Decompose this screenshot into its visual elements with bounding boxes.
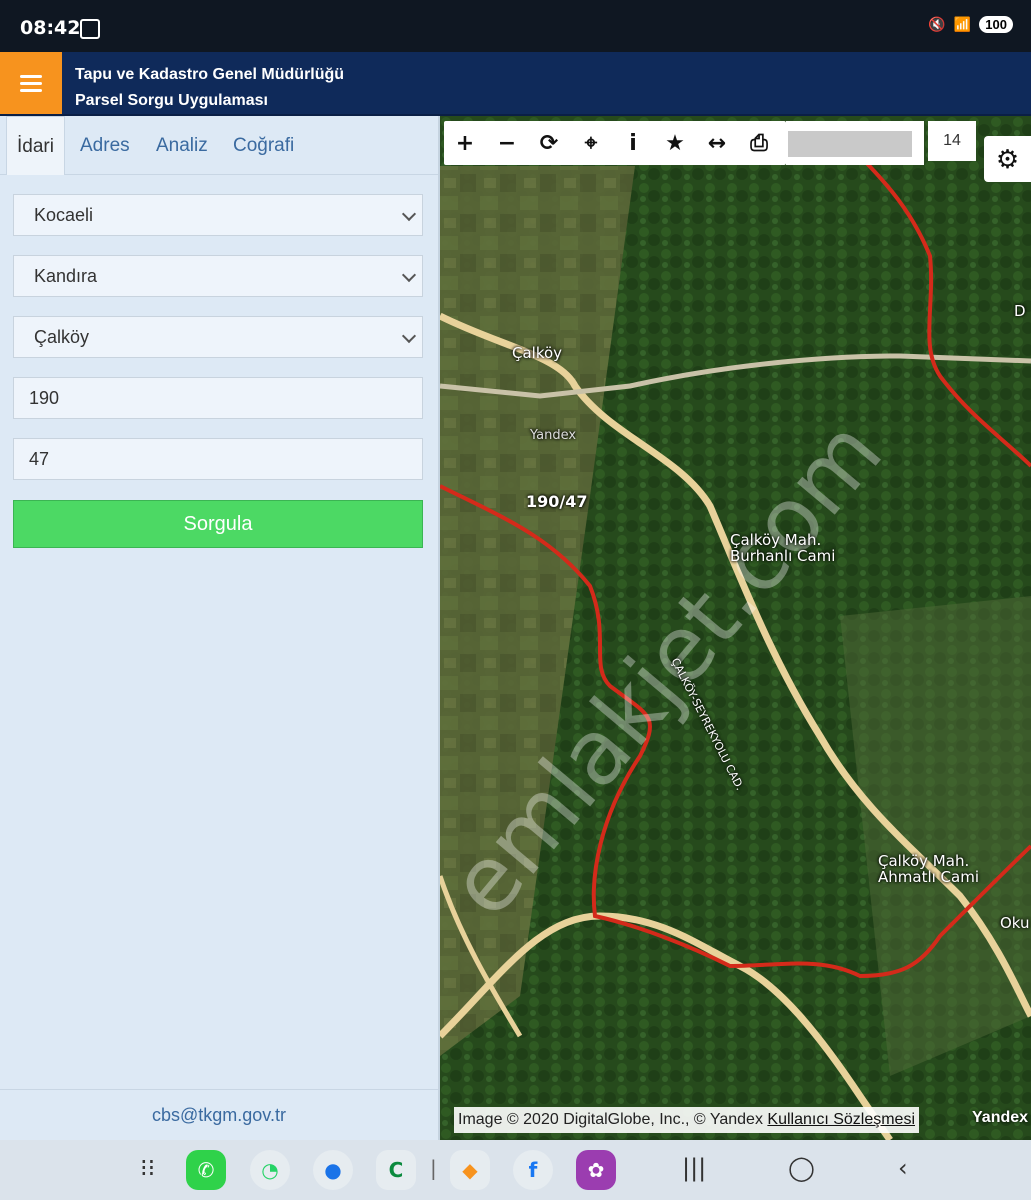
block-field[interactable] [13, 377, 423, 419]
whatsapp-icon[interactable]: ◔ [250, 1150, 290, 1190]
map-label-burhanli-mosque: Çalköy Mah. Burhanlı Cami [730, 532, 835, 564]
blurred-region [788, 131, 912, 157]
map-label-ahmatli-mosque: Çalköy Mah. Ahmatlı Cami [878, 853, 979, 885]
tab-cografi[interactable]: Coğrafi [233, 116, 294, 174]
app-title-line2: Parsel Sorgu Uygulaması [75, 92, 268, 109]
province-select[interactable]: Kocaeli [13, 194, 423, 236]
sahibinden-icon[interactable]: ◆ [450, 1150, 490, 1190]
hamburger-menu-button[interactable] [0, 52, 62, 114]
cleaner-icon[interactable]: C [376, 1150, 416, 1190]
map-toolbar: + − ⟳ ⌖ i ★ ↔ ⎙ [444, 121, 786, 165]
facebook-icon[interactable]: f [513, 1150, 553, 1190]
status-time: 08:42 [20, 17, 81, 39]
zoom-level: 14 [928, 121, 976, 161]
android-navbar: ⁝⁝ ✆ ◔ ● C | ◆ f ✿ ||| ◯ ‹ [0, 1140, 1031, 1200]
chevron-down-icon [401, 328, 417, 344]
wifi-icon: 📶 [953, 16, 972, 32]
app-title-line1: Tapu ve Kadastro Genel Müdürlüğü [75, 66, 345, 83]
neighborhood-value: Çalköy [34, 327, 90, 347]
measure-button[interactable]: ↔ [696, 121, 738, 165]
status-icons: 🔇 📶 100 [928, 16, 1013, 33]
district-value: Kandıra [34, 266, 98, 286]
battery-icon: 100 [979, 16, 1013, 33]
map-label-edge-top: D [1014, 302, 1026, 320]
terms-link[interactable]: Kullanıcı Sözleşmesi [767, 1111, 915, 1128]
menu-line-icon [20, 88, 42, 92]
mosque-label-line: Burhanlı Cami [730, 547, 836, 565]
home-icon[interactable]: ◯ [788, 1154, 815, 1182]
menu-line-icon [20, 74, 42, 78]
messages-icon[interactable]: ● [313, 1150, 353, 1190]
block-input[interactable] [14, 378, 422, 418]
chevron-down-icon [401, 267, 417, 283]
map-attribution: Image © 2020 DigitalGlobe, Inc., © Yande… [454, 1107, 920, 1133]
province-value: Kocaeli [34, 205, 94, 225]
divider-icon: | [430, 1156, 437, 1180]
info-button[interactable]: i [612, 121, 654, 165]
recents-icon[interactable]: ||| [682, 1154, 706, 1182]
query-button[interactable]: Sorgula [13, 500, 423, 548]
flower-app-icon[interactable]: ✿ [576, 1150, 616, 1190]
menu-line-icon [20, 81, 42, 85]
zoom-in-button[interactable]: + [444, 121, 486, 165]
app-drawer-icon[interactable]: ⁝⁝ [140, 1154, 155, 1182]
query-panel: İdari Adres Analiz Coğrafi Kocaeli Kandı… [0, 116, 440, 1140]
tab-adres[interactable]: Adres [80, 116, 130, 174]
mute-icon: 🔇 [928, 16, 946, 32]
gear-icon[interactable]: ⚙ [984, 136, 1031, 182]
screenshot-icon [80, 19, 100, 39]
tab-analiz[interactable]: Analiz [156, 116, 208, 174]
attribution-text: Image © 2020 DigitalGlobe, Inc., © Yande… [458, 1111, 763, 1128]
status-bar: 08:42 🔇 📶 100 [0, 0, 1031, 52]
mosque-label-line: Ahmatlı Cami [878, 868, 980, 886]
map-search-box[interactable] [786, 121, 924, 165]
map-label-yandex: Yandex [530, 428, 577, 443]
yandex-logo: Yandex [972, 1109, 1029, 1126]
tab-idari[interactable]: İdari [6, 116, 65, 175]
tab-bar: İdari Adres Analiz Coğrafi [0, 116, 438, 175]
phone-icon[interactable]: ✆ [186, 1150, 226, 1190]
back-icon[interactable]: ‹ [898, 1154, 908, 1182]
refresh-button[interactable]: ⟳ [528, 121, 570, 165]
neighborhood-select[interactable]: Çalköy [13, 316, 423, 358]
parcel-label: 190/47 [526, 492, 588, 511]
locate-button[interactable]: ⌖ [570, 121, 612, 165]
parcel-input[interactable] [14, 439, 422, 479]
chevron-down-icon [401, 206, 417, 222]
map-label-village: Çalköy [512, 344, 563, 362]
print-button[interactable]: ⎙ [738, 121, 780, 165]
district-select[interactable]: Kandıra [13, 255, 423, 297]
app-header: Tapu ve Kadastro Genel Müdürlüğü Parsel … [0, 52, 1031, 116]
mosque-label-line: Çalköy Mah. [730, 531, 822, 549]
parcel-field[interactable] [13, 438, 423, 480]
app-title: Tapu ve Kadastro Genel Müdürlüğü Parsel … [75, 62, 344, 114]
contact-email[interactable]: cbs@tkgm.gov.tr [0, 1089, 438, 1140]
zoom-out-button[interactable]: − [486, 121, 528, 165]
mosque-label-line: Çalköy Mah. [878, 852, 970, 870]
favorite-button[interactable]: ★ [654, 121, 696, 165]
map-label-edge-right: Oku [1000, 914, 1030, 932]
map-view[interactable]: emlakjet.com Çalköy Yandex 190/47 Çalköy… [440, 116, 1031, 1140]
